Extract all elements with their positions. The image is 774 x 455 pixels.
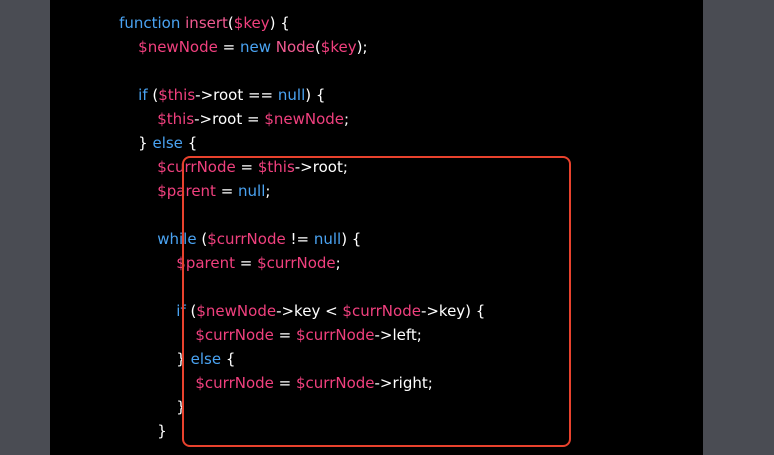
code-token: = bbox=[217, 38, 240, 56]
code-token: $newNode bbox=[264, 110, 345, 128]
code-line: while ($currNode != null) { bbox=[50, 227, 703, 251]
code-token: } bbox=[157, 422, 167, 440]
code-token: = bbox=[235, 254, 258, 272]
screenshot-stage: function insert($key) { $newNode = new N… bbox=[0, 0, 774, 455]
code-token: new bbox=[239, 38, 271, 56]
code-token: ( bbox=[147, 86, 159, 104]
code-token: null bbox=[277, 86, 306, 104]
code-token: $this bbox=[157, 110, 195, 128]
code-token: function bbox=[119, 14, 181, 32]
code-line: function insert($key) { bbox=[50, 11, 703, 35]
code-token: ) { bbox=[305, 86, 326, 104]
code-token: $newNode bbox=[138, 38, 218, 56]
code-token: != bbox=[285, 230, 314, 248]
code-token: $parent bbox=[157, 182, 216, 200]
code-token: = bbox=[215, 182, 239, 200]
code-token: $this bbox=[158, 86, 196, 104]
code-token: $newNode bbox=[196, 302, 277, 320]
code-token: else bbox=[190, 350, 222, 368]
code-line: $this->root = $newNode; bbox=[50, 107, 703, 131]
code-token: ->root; bbox=[294, 158, 348, 176]
code-token: = bbox=[273, 374, 296, 392]
code-token: $key bbox=[233, 14, 270, 32]
code-token: } bbox=[176, 398, 186, 416]
code-token: $key bbox=[320, 38, 357, 56]
code-token: ); bbox=[356, 38, 368, 56]
code-token: ; bbox=[265, 182, 271, 200]
code-token: $currNode bbox=[296, 326, 375, 344]
code-token: ) { bbox=[341, 230, 362, 248]
code-token: ) { bbox=[269, 14, 290, 32]
code-token: else bbox=[152, 134, 183, 152]
code-line: $currNode = $this->root; bbox=[50, 155, 703, 179]
code-token: } bbox=[176, 350, 191, 368]
code-token: $parent bbox=[176, 254, 236, 272]
code-panel: function insert($key) { $newNode = new N… bbox=[50, 0, 703, 455]
code-token: $currNode bbox=[157, 158, 236, 176]
code-line: if ($this->root == null) { bbox=[50, 83, 703, 107]
code-token: ; bbox=[344, 110, 350, 128]
code-token: if bbox=[138, 86, 148, 104]
code-line: $newNode = new Node($key); bbox=[50, 35, 703, 59]
code-token: ->right; bbox=[374, 374, 433, 392]
code-line: $parent = $currNode; bbox=[50, 251, 703, 275]
code-token: ; bbox=[335, 254, 341, 272]
code-line: $parent = null; bbox=[50, 179, 703, 203]
code-line: $currNode = $currNode->right; bbox=[50, 371, 703, 395]
code-token: ->root == bbox=[195, 86, 278, 104]
code-line: } bbox=[50, 419, 703, 443]
code-token: = bbox=[235, 158, 258, 176]
code-token: if bbox=[176, 302, 186, 320]
code-token: $currNode bbox=[296, 374, 375, 392]
code-token: ->key < bbox=[276, 302, 343, 320]
code-token: ->root = bbox=[194, 110, 265, 128]
code-line: } else { bbox=[50, 131, 703, 155]
code-token: ( bbox=[196, 230, 208, 248]
code-token: ->left; bbox=[374, 326, 422, 344]
code-token: = bbox=[273, 326, 296, 344]
code-token: insert bbox=[185, 14, 228, 32]
code-token: $currNode bbox=[257, 254, 336, 272]
code-token: $currNode bbox=[342, 302, 421, 320]
code-token: null bbox=[313, 230, 342, 248]
code-token: ( bbox=[185, 302, 197, 320]
code-token: $currNode bbox=[207, 230, 286, 248]
code-token: $this bbox=[257, 158, 295, 176]
code-line: if ($newNode->key < $currNode->key) { bbox=[50, 299, 703, 323]
code-block: function insert($key) { $newNode = new N… bbox=[50, 11, 703, 443]
code-token: $currNode bbox=[195, 374, 274, 392]
code-token: ->key) { bbox=[420, 302, 486, 320]
code-line: } else { bbox=[50, 347, 703, 371]
code-token: null bbox=[238, 182, 266, 200]
code-token: Node bbox=[275, 38, 315, 56]
code-token: while bbox=[157, 230, 197, 248]
code-line: $currNode = $currNode->left; bbox=[50, 323, 703, 347]
code-token: { bbox=[221, 350, 236, 368]
code-token: { bbox=[182, 134, 198, 152]
code-line: } bbox=[50, 395, 703, 419]
code-token: $currNode bbox=[195, 326, 274, 344]
code-token: } bbox=[138, 134, 153, 152]
